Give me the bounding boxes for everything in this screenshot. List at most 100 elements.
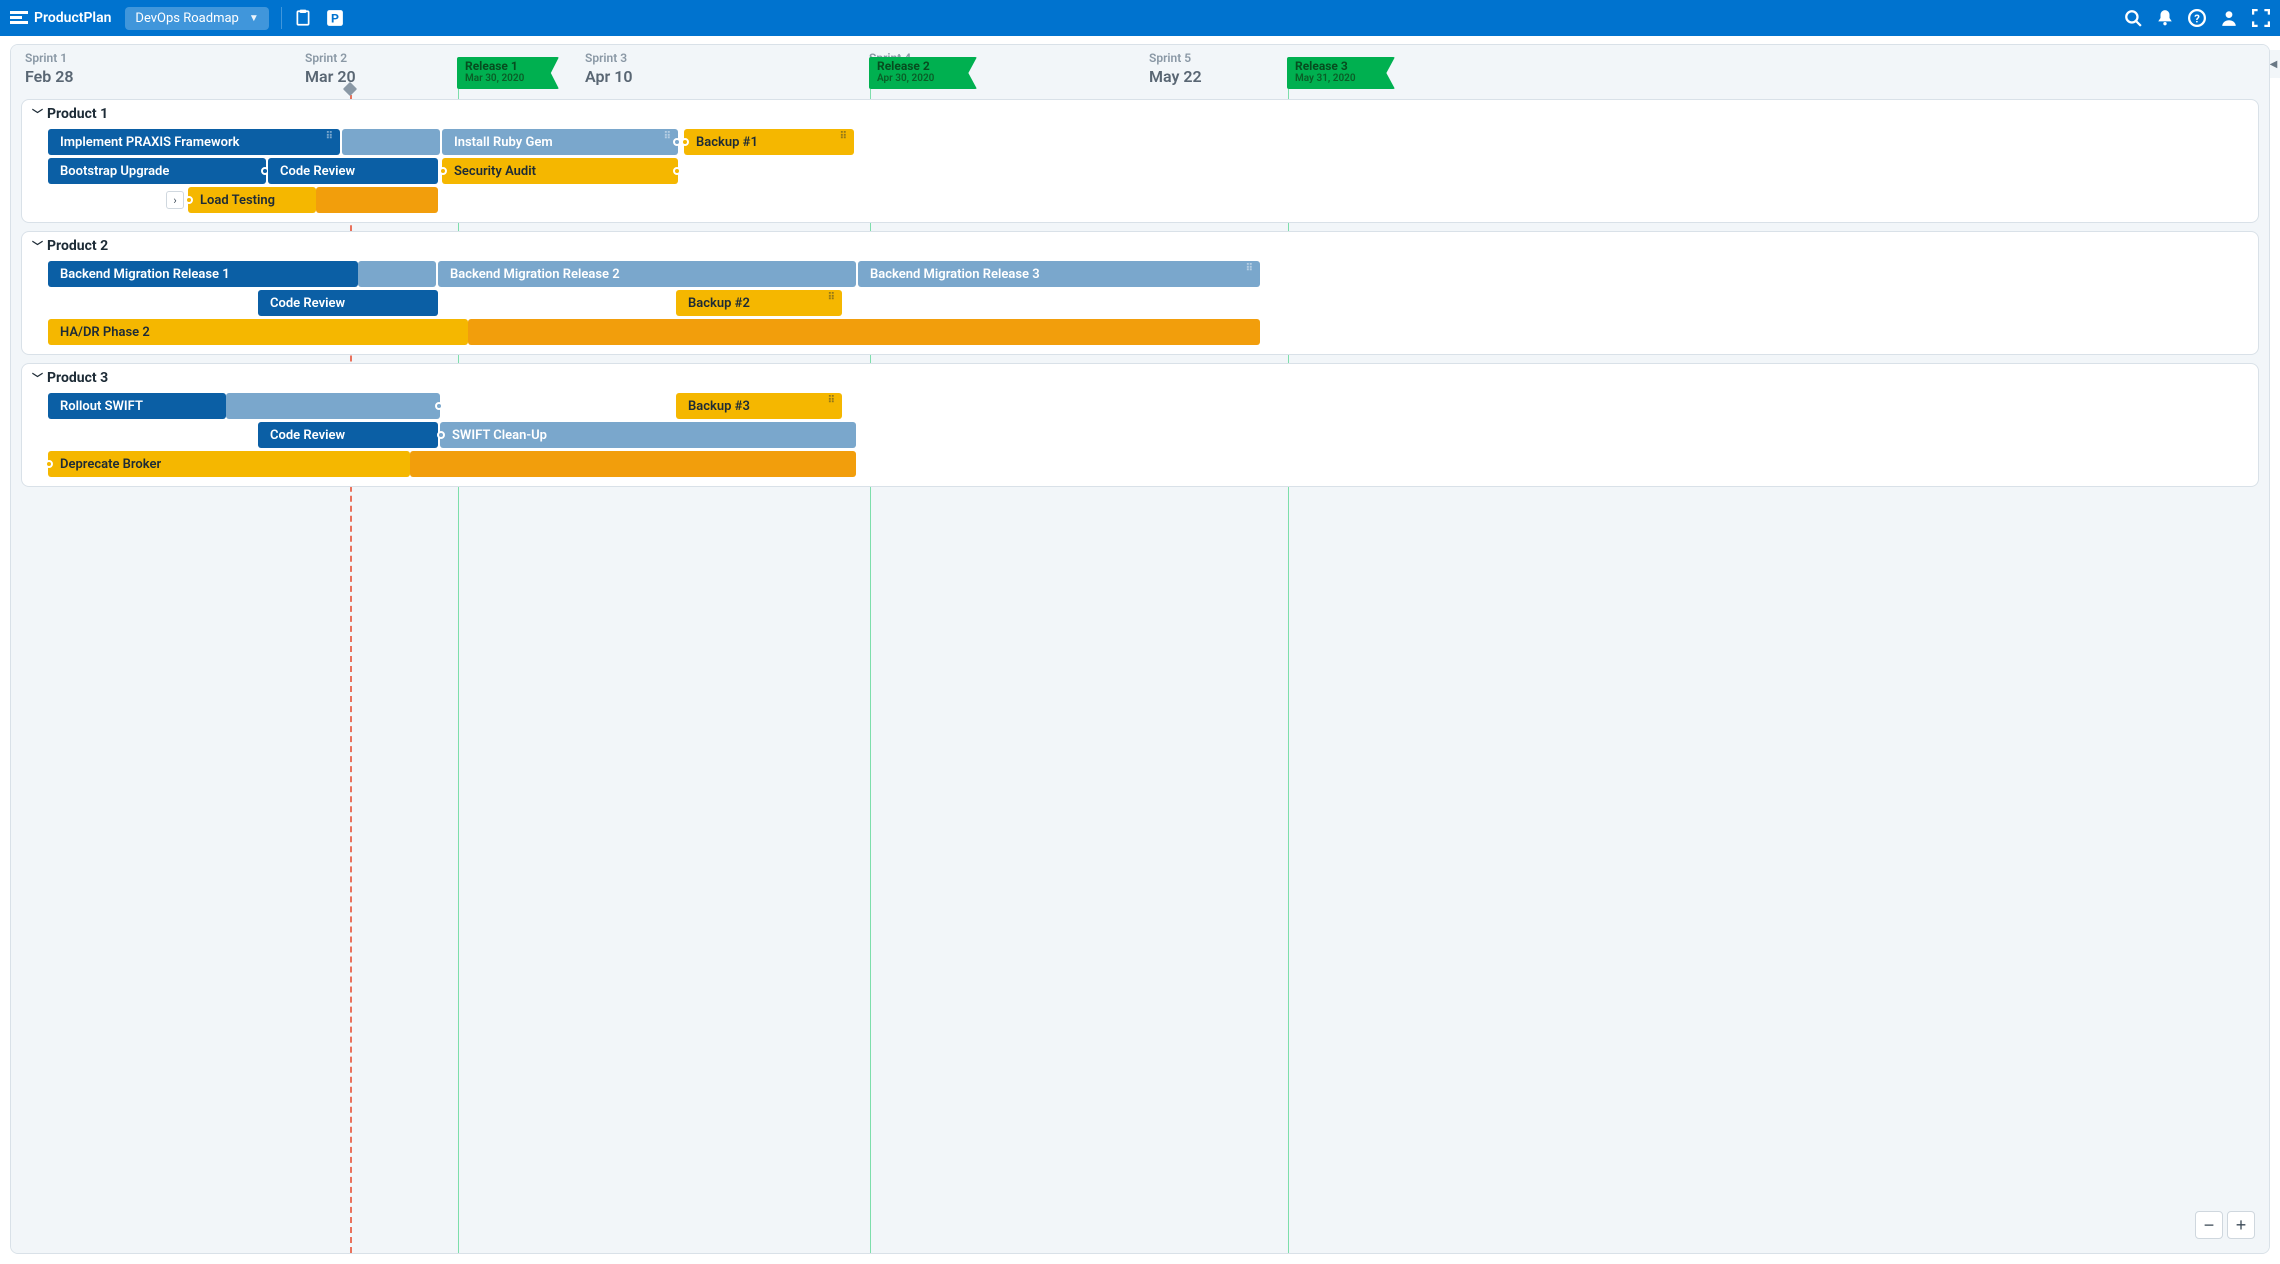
lane-header[interactable]: ﹀Product 1 [22,100,2258,126]
roadmap-bar[interactable]: Code Review [258,290,438,316]
roadmap-bar[interactable] [226,393,440,419]
track-row: Rollout SWIFT Backup #3 ⠿ [22,393,2258,419]
roadmap-bar[interactable] [358,261,436,287]
roadmap-bar[interactable]: Load Testing [188,187,316,213]
brand-icon [10,9,28,27]
bar-label: Rollout SWIFT [60,399,143,414]
roadmap-bar[interactable]: SWIFT Clean-Up [440,422,856,448]
sprint-label: Sprint 3 [585,51,633,65]
roadmap-bar[interactable]: Security Audit [442,158,678,184]
lane-header[interactable]: ﹀Product 2 [22,232,2258,258]
release-milestone[interactable]: Release 1Mar 30, 2020 [457,57,559,89]
roadmap-bar[interactable]: Backend Migration Release 1 [48,261,358,287]
lane-title: Product 1 [47,106,108,122]
timeline-area: Sprint 1 Feb 28 Sprint 2Mar 20 Sprint 3Apr … [11,45,2269,1253]
sprint-column: Sprint 2Mar 20 [305,51,356,86]
roadmap-bar[interactable]: Deprecate Broker [48,451,410,477]
bar-label: Backup #1 [696,135,758,150]
drag-grip-icon: ⠿ [828,395,836,406]
dependency-handle-icon[interactable] [435,402,443,410]
clipboard-icon[interactable] [294,9,312,27]
roadmap-bar[interactable]: Backend Migration Release 2 [438,261,856,287]
fullscreen-icon[interactable] [2252,9,2270,27]
dependency-handle-icon[interactable] [437,431,445,439]
bar-label: Backup #2 [688,296,750,311]
bar-label: Code Review [270,428,345,443]
caret-down-icon: ▼ [249,13,259,24]
chevron-down-icon: ﹀ [32,238,43,254]
topbar: ProductPlan DevOps Roadmap ▼ P ? [0,0,2280,36]
lane-header[interactable]: ﹀Product 3 [22,364,2258,390]
drag-grip-icon: ⠿ [840,131,848,142]
dependency-handle-icon[interactable] [673,167,681,175]
lane-body: Backend Migration Release 1 Backend Migra… [22,261,2258,354]
track-row: Implement PRAXIS Framework⠿Install Ruby … [22,129,2258,155]
bar-label: Backend Migration Release 2 [450,267,620,282]
dependency-handle-icon[interactable] [185,196,193,204]
bar-label: Security Audit [454,164,536,179]
roadmap-bar[interactable]: Backup #2 ⠿ [676,290,842,316]
roadmap-selector[interactable]: DevOps Roadmap ▼ [125,7,268,30]
dependency-handle-icon[interactable] [45,460,53,468]
lane: ﹀Product 1Implement PRAXIS Framework⠿Ins… [21,99,2259,223]
roadmap-bar[interactable] [410,451,856,477]
dependency-handle-icon[interactable] [681,138,689,146]
bell-icon[interactable] [2156,9,2174,27]
dependency-handle-icon[interactable] [439,167,447,175]
search-icon[interactable] [2124,9,2142,27]
sprint-column: Sprint 3Apr 10 [585,51,633,86]
roadmap-bar[interactable]: Code Review [258,422,438,448]
lane: ﹀Product 3 Rollout SWIFT Backup #3 ⠿ Code Re… [21,363,2259,487]
track-row: › Load Testing [22,187,2258,213]
drag-grip-icon: ⠿ [664,131,672,142]
sprint-label: Sprint 1 [25,51,74,65]
sprint-column: Sprint 5May 22 [1149,51,1202,86]
release-milestone[interactable]: Release 3May 31, 2020 [1287,57,1395,89]
parking-icon[interactable]: P [326,9,344,27]
release-milestone[interactable]: Release 2Apr 30, 2020 [869,57,977,89]
chevron-down-icon: ﹀ [32,370,43,386]
brand[interactable]: ProductPlan [10,9,125,27]
bar-label: SWIFT Clean-Up [452,428,547,443]
drag-grip-icon: ⠿ [1246,263,1254,274]
bar-label: Implement PRAXIS Framework [60,135,239,150]
bar-label: HA/DR Phase 2 [60,325,150,340]
track-row: Code Review SWIFT Clean-Up [22,422,2258,448]
roadmap-bar[interactable]: Backup #1 ⠿ [684,129,854,155]
bar-label: Deprecate Broker [60,457,161,472]
release-title: Release 2 [877,59,963,73]
sprint-label: Sprint 5 [1149,51,1202,65]
brand-label: ProductPlan [34,10,111,26]
roadmap-bar[interactable] [468,319,1260,345]
roadmap-bar[interactable]: Rollout SWIFT [48,393,226,419]
lane: ﹀Product 2Backend Migration Release 1Bac… [21,231,2259,355]
user-icon[interactable] [2220,9,2238,27]
roadmap-bar[interactable]: Backend Migration Release 3 ⠿ [858,261,1260,287]
lane-title: Product 3 [47,370,108,386]
release-title: Release 1 [465,59,545,73]
topbar-tools-left: P [294,9,344,27]
roadmap-bar[interactable]: HA/DR Phase 2 [48,319,468,345]
svg-text:?: ? [2194,13,2200,26]
bar-label: Backup #3 [688,399,750,414]
roadmap-bar[interactable] [316,187,438,213]
sprint-date: Feb 28 [25,67,74,86]
zoom-out-button[interactable]: − [2195,1211,2223,1239]
zoom-in-button[interactable]: + [2227,1211,2255,1239]
help-icon[interactable]: ? [2188,9,2206,27]
roadmap-bar[interactable]: Bootstrap Upgrade [48,158,266,184]
roadmap-bar[interactable]: Install Ruby Gem⠿ [442,129,678,155]
bar-label: Backend Migration Release 3 [870,267,1040,282]
drag-grip-icon: ⠿ [828,292,836,303]
roadmap-bar[interactable]: Code Review [268,158,438,184]
divider [281,7,282,29]
release-date: Mar 30, 2020 [465,73,545,85]
bar-label: Load Testing [200,193,275,208]
roadmap-bar[interactable]: Implement PRAXIS Framework ⠿ [48,129,340,155]
dependency-handle-icon[interactable] [673,138,681,146]
roadmap-bar[interactable]: Backup #3 ⠿ [676,393,842,419]
expand-children-button[interactable]: › [166,191,184,209]
lanes-container: ﹀Product 1Implement PRAXIS Framework⠿Ins… [21,99,2259,1243]
drag-grip-icon: ⠿ [326,131,334,142]
roadmap-bar[interactable] [342,129,440,155]
